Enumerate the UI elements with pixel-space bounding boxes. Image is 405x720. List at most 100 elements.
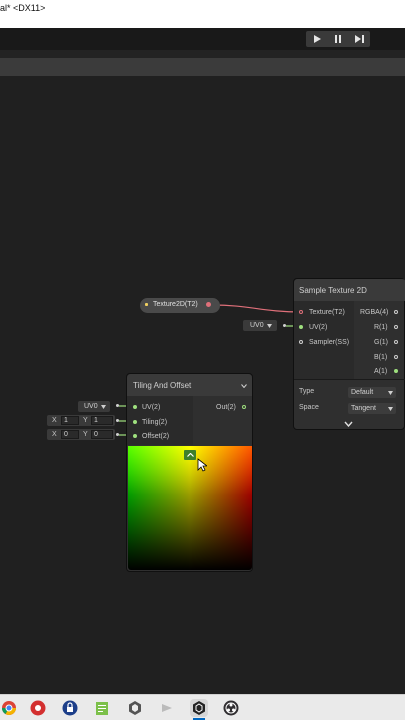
chevron-down-icon	[388, 407, 393, 411]
texture-property-node[interactable]: Texture2D(T2)	[140, 298, 220, 313]
offset-input-port[interactable]	[116, 433, 119, 436]
notepad-taskbar-button[interactable]	[93, 699, 111, 717]
tiling-y-field[interactable]: 1	[91, 416, 113, 425]
out-output-label: Out(2)	[216, 404, 236, 411]
sample-texture-divider	[294, 379, 405, 380]
play-controls	[306, 31, 370, 47]
play-button[interactable]	[306, 31, 327, 47]
tiling-y-value: 1	[94, 417, 98, 424]
g-output-port[interactable]	[394, 340, 398, 344]
window-title: al* <DX11>	[0, 3, 46, 13]
offset-x-value: 0	[64, 431, 68, 438]
offset-y-value: 0	[94, 431, 98, 438]
tiling-offset-title: Tiling And Offset	[133, 381, 192, 390]
space-dropdown-value: Tangent	[351, 405, 376, 412]
sample-texture-title: Sample Texture 2D	[299, 286, 367, 295]
uv-input-label: UV(2)	[309, 324, 328, 331]
offset-input-port-node[interactable]	[133, 434, 137, 438]
collapse-node-icon[interactable]	[241, 384, 247, 388]
type-dropdown[interactable]: Default	[348, 387, 396, 398]
texture-input-port[interactable]	[299, 310, 303, 314]
tiling-uv-input-label: UV(2)	[142, 404, 161, 411]
unity-hub-taskbar-button[interactable]	[126, 699, 144, 717]
sampler-input-label: Sampler(SS)	[309, 339, 350, 346]
uv-input-tiling-value: UV0	[84, 403, 98, 410]
tiling-x-label: X	[52, 417, 57, 424]
offset-y-label: Y	[83, 431, 88, 438]
tiling-and-offset-node[interactable]: Tiling And Offset UV(2) Tiling(2) Offset…	[126, 373, 253, 572]
chevron-up-icon	[186, 453, 194, 457]
unity-hub-icon	[129, 701, 141, 715]
step-icon	[354, 35, 364, 43]
out-output-port[interactable]	[242, 405, 246, 409]
play-icon	[313, 35, 321, 43]
offset-y-field[interactable]: 0	[91, 430, 113, 439]
offset-x-label: X	[52, 431, 57, 438]
recorder-taskbar-button[interactable]	[29, 699, 47, 717]
chrome-icon	[2, 701, 16, 715]
uv-input-tiling-port[interactable]	[116, 404, 119, 407]
texture-input-label: Texture(T2)	[309, 309, 345, 316]
uv-input-tiling[interactable]: UV0	[78, 401, 110, 412]
rgba-output-label: RGBA(4)	[360, 309, 389, 316]
toolbar-separator	[0, 50, 405, 58]
texture-property-label: Texture2D(T2)	[153, 301, 198, 308]
media-icon	[162, 704, 172, 712]
type-dropdown-value: Default	[351, 389, 374, 396]
uv-input-port[interactable]	[299, 325, 303, 329]
type-label: Type	[299, 388, 315, 395]
obs-icon	[223, 700, 239, 716]
sample-texture-2d-node[interactable]: Sample Texture 2D Texture(T2) UV(2) Samp…	[293, 278, 405, 430]
sample-texture-header[interactable]: Sample Texture 2D	[294, 279, 405, 301]
r-output-port[interactable]	[394, 325, 398, 329]
texture-output-port[interactable]	[206, 302, 211, 307]
offset-input-label: Offset(2)	[142, 433, 170, 440]
windows-taskbar	[0, 694, 405, 720]
vpn-taskbar-button[interactable]	[61, 699, 79, 717]
space-label: Space	[299, 404, 319, 411]
b-output-label: B(1)	[374, 354, 388, 361]
unity-taskbar-button[interactable]	[190, 699, 208, 717]
unity-icon	[193, 701, 205, 715]
uv-input-sample-value: UV0	[250, 322, 264, 329]
media-taskbar-button[interactable]	[158, 699, 176, 717]
tiling-offset-preview	[128, 446, 252, 570]
tiling-x-field[interactable]: 1	[61, 416, 79, 425]
recorder-icon	[30, 700, 46, 716]
tiling-input-port[interactable]	[116, 419, 119, 422]
collapse-preview-button[interactable]	[184, 450, 196, 460]
window-titlebar: al* <DX11>	[0, 0, 405, 28]
tiling-offset-header[interactable]: Tiling And Offset	[127, 374, 252, 396]
tiling-input-fields: X 1 Y 1	[47, 415, 115, 426]
r-output-label: R(1)	[374, 324, 388, 331]
pause-icon	[334, 35, 341, 43]
mouse-cursor-icon	[197, 458, 207, 472]
property-marker-icon	[145, 303, 148, 306]
tiling-input-label: Tiling(2)	[142, 419, 168, 426]
pause-button[interactable]	[327, 31, 348, 47]
tiling-x-value: 1	[64, 417, 68, 424]
offset-input-fields: X 0 Y 0	[47, 429, 115, 440]
offset-x-field[interactable]: 0	[61, 430, 79, 439]
sampler-input-port[interactable]	[299, 340, 303, 344]
graph-tab-bar	[0, 58, 405, 76]
chevron-down-icon	[388, 391, 393, 395]
g-output-label: G(1)	[374, 339, 388, 346]
dropdown-arrow-icon	[266, 323, 272, 328]
collapse-preview-icon[interactable]	[344, 421, 353, 427]
chrome-taskbar-button[interactable]	[0, 699, 18, 717]
vpn-icon	[62, 700, 78, 716]
b-output-port[interactable]	[394, 355, 398, 359]
uv-input-sample-port[interactable]	[283, 324, 286, 327]
tiling-uv-input-port[interactable]	[133, 405, 137, 409]
space-dropdown[interactable]: Tangent	[348, 403, 396, 414]
step-button[interactable]	[349, 31, 370, 47]
dropdown-arrow-icon	[100, 404, 106, 409]
tiling-y-label: Y	[83, 417, 88, 424]
uv-input-sample[interactable]: UV0	[243, 320, 277, 331]
a-output-port[interactable]	[394, 369, 398, 373]
tiling-input-port-node[interactable]	[133, 420, 137, 424]
a-output-label: A(1)	[374, 368, 388, 375]
obs-taskbar-button[interactable]	[222, 699, 240, 717]
rgba-output-port[interactable]	[394, 310, 398, 314]
